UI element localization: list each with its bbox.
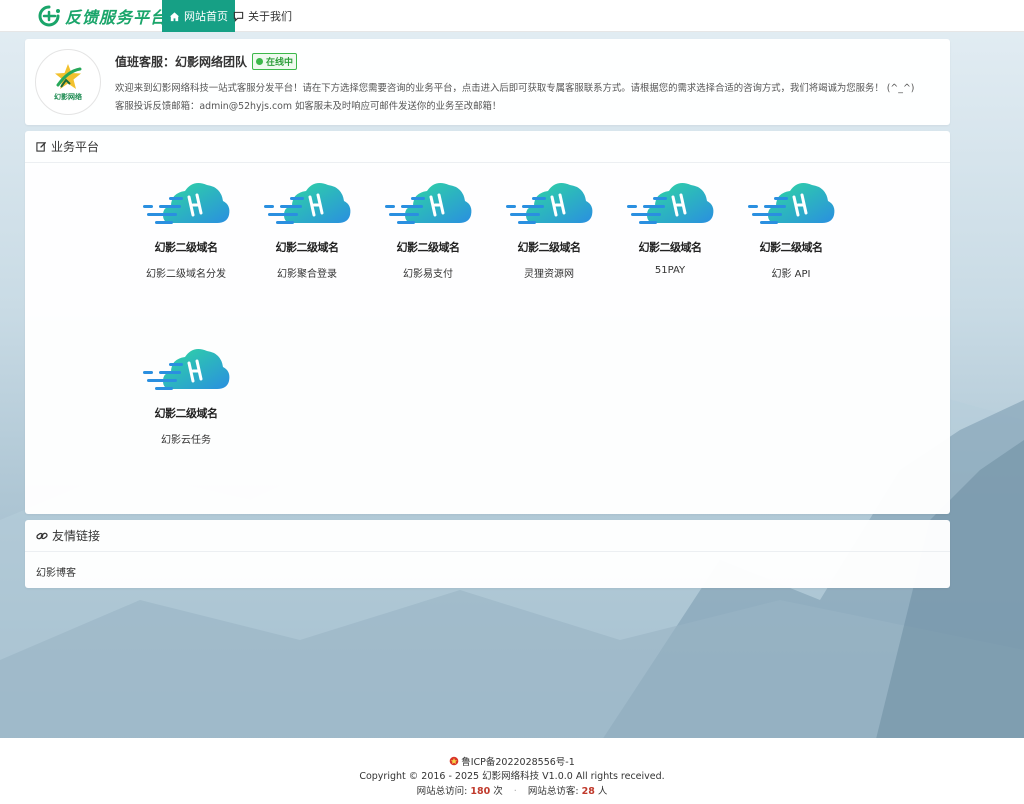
cloud-logo-icon bbox=[264, 183, 351, 224]
visitors-label: 网站总访客: bbox=[527, 786, 579, 797]
brand[interactable]: 反馈服务平台 bbox=[36, 5, 167, 27]
star-logo-icon bbox=[55, 63, 82, 89]
platforms-title: 业务平台 bbox=[51, 140, 100, 154]
icp-text: 鲁ICP备2022028556号-1 bbox=[461, 757, 575, 768]
platform-card[interactable]: 幻影二级域名 幻影二级域名分发 bbox=[136, 175, 236, 280]
welcome-text: 欢迎来到幻影网络科技一站式客服分发平台！请在下方选择您需要咨询的业务平台，点击进… bbox=[115, 83, 915, 94]
platform-label: 灵狸资源网 bbox=[524, 269, 574, 280]
nav-home-label: 网站首页 bbox=[184, 10, 228, 23]
links-title: 友情链接 bbox=[52, 529, 101, 543]
brand-name: 反馈服务平台 bbox=[65, 8, 168, 27]
site-stats: 网站总访问: 180 次 · 网站总访客: 28 人 bbox=[0, 783, 1024, 797]
platform-logo-text: 幻影二级域名 bbox=[517, 241, 582, 254]
platform-card[interactable]: 幻影二级域名 灵狸资源网 bbox=[499, 175, 599, 280]
cloud-logo-icon bbox=[506, 183, 593, 224]
platform-label: 51PAY bbox=[654, 265, 686, 276]
platform-logo-text: 幻影二级域名 bbox=[638, 241, 703, 254]
profile-title: 值班客服：幻影网络团队 在线中 bbox=[115, 53, 298, 70]
chat-icon bbox=[233, 11, 244, 22]
edit-icon bbox=[36, 141, 47, 152]
status-text: 在线中 bbox=[266, 58, 294, 68]
cloud-logo-icon bbox=[748, 183, 835, 224]
nav-about-label: 关于我们 bbox=[248, 10, 292, 23]
visits-unit: 次 bbox=[493, 786, 503, 797]
platforms-panel: 业务平台 幻影二级域名 幻影二级域名分发 幻影二级域名 幻影聚合登录 幻影二级域名 幻影易… bbox=[25, 131, 950, 514]
nav-home[interactable]: 网站首页 bbox=[162, 0, 235, 32]
stats-separator: · bbox=[513, 786, 517, 797]
platform-logo-text: 幻影二级域名 bbox=[275, 241, 340, 254]
friend-link-blog[interactable]: 幻影博客 bbox=[36, 564, 76, 579]
platform-label: 幻影 API bbox=[771, 269, 811, 280]
platforms-header: 业务平台 bbox=[25, 131, 950, 163]
visitors-value: 28 bbox=[581, 786, 595, 797]
email-text: 客服投诉反馈邮箱：admin@52hyjs.com 如客服未及时响应可邮件发送你… bbox=[115, 101, 502, 112]
visits-value: 180 bbox=[470, 786, 491, 797]
avatar-text: 幻影网络 bbox=[54, 92, 82, 101]
platform-card[interactable]: 幻影二级域名 幻影易支付 bbox=[378, 175, 478, 280]
platform-card[interactable]: 幻影二级域名 幻影云任务 bbox=[136, 341, 236, 446]
links-header: 友情链接 bbox=[25, 520, 950, 552]
cloud-logo-icon bbox=[143, 349, 230, 390]
profile-panel: 幻影网络 值班客服：幻影网络团队 在线中 欢迎来到幻影网络科技一站式客服分发平台… bbox=[25, 39, 950, 125]
top-navbar: 反馈服务平台 网站首页 关于我们 bbox=[0, 0, 1024, 32]
online-dot-icon bbox=[256, 58, 264, 65]
duty-agent-title: 值班客服：幻影网络团队 bbox=[115, 55, 248, 69]
platform-card[interactable]: 幻影二级域名 幻影 API bbox=[741, 175, 841, 280]
home-icon bbox=[169, 11, 180, 21]
link-icon bbox=[36, 532, 48, 539]
nav-about[interactable]: 关于我们 bbox=[226, 0, 299, 32]
cloud-logo-icon bbox=[143, 183, 230, 224]
avatar: 幻影网络 bbox=[35, 49, 101, 115]
platform-label: 幻影易支付 bbox=[403, 269, 453, 280]
cloud-logo-icon bbox=[627, 183, 714, 224]
police-badge-icon bbox=[449, 756, 459, 766]
platform-card[interactable]: 幻影二级域名 幻影聚合登录 bbox=[257, 175, 357, 280]
links-panel: 友情链接 幻影博客 bbox=[25, 520, 950, 588]
platform-label: 幻影聚合登录 bbox=[277, 269, 337, 280]
platform-label: 幻影云任务 bbox=[161, 435, 211, 446]
brand-logo-icon bbox=[38, 5, 60, 27]
footer: 鲁ICP备2022028556号-1 Copyright © 2016 - 20… bbox=[0, 738, 1024, 804]
platform-label: 幻影二级域名分发 bbox=[146, 269, 226, 280]
visits-label: 网站总访问: bbox=[416, 786, 468, 797]
cloud-logo-icon bbox=[385, 183, 472, 224]
copyright-text: Copyright © 2016 - 2025 幻影网络科技 V1.0.0 Al… bbox=[359, 771, 665, 782]
icp-link[interactable]: 鲁ICP备2022028556号-1 bbox=[449, 754, 575, 768]
status-badge: 在线中 bbox=[252, 53, 298, 70]
visitors-unit: 人 bbox=[597, 786, 608, 797]
platform-logo-text: 幻影二级域名 bbox=[396, 241, 461, 254]
platform-logo-text: 幻影二级域名 bbox=[154, 407, 219, 420]
platform-logo-text: 幻影二级域名 bbox=[759, 241, 824, 254]
platform-card[interactable]: 幻影二级域名 51PAY bbox=[620, 175, 720, 276]
platform-logo-text: 幻影二级域名 bbox=[154, 241, 219, 254]
